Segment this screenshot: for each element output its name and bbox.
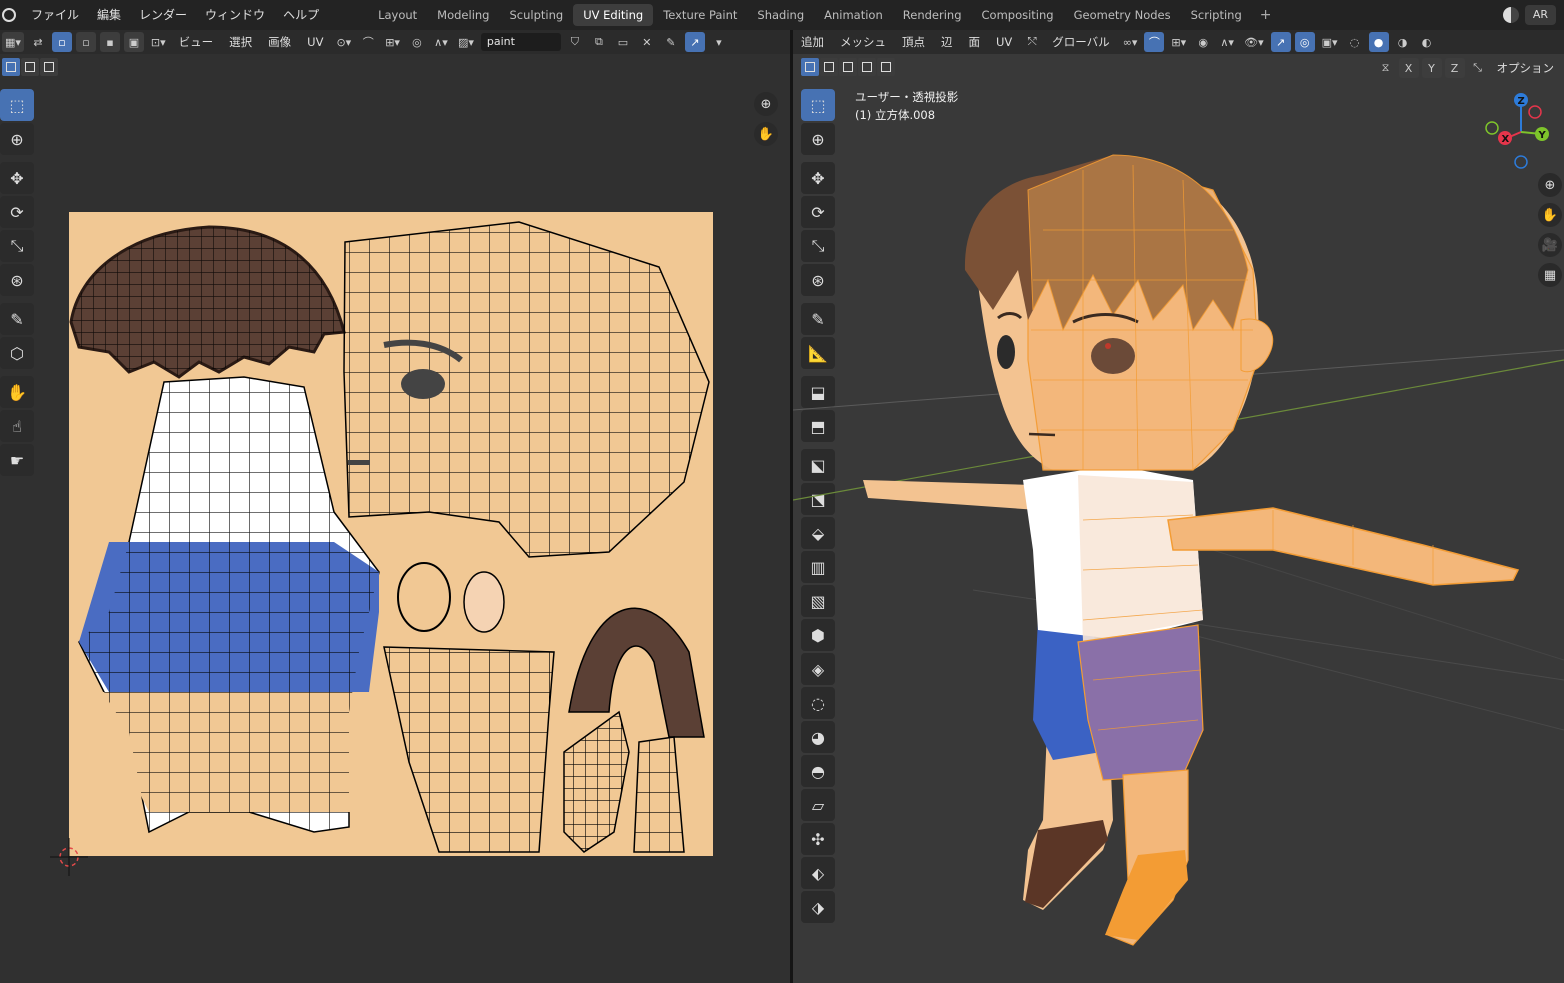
menu-image[interactable]: 画像 [262, 34, 297, 50]
workspace-tabs: Layout Modeling Sculpting UV Editing Tex… [368, 0, 1279, 30]
uv-select-mode-row [0, 56, 58, 78]
tab-animation[interactable]: Animation [814, 4, 893, 26]
relax-tool-icon[interactable]: ☝ [0, 410, 34, 442]
vertex-select-icon[interactable]: ▫ [51, 32, 72, 52]
3d-viewport[interactable]: 追加 メッシュ 頂点 辺 面 UV ⤲ グローバル ∞▾ ⌒ ⊞▾ ◉ ∧▾ 👁… [793, 30, 1564, 983]
scene-selector[interactable]: AR [1524, 5, 1556, 25]
uv-toolbar: ⬚ ⊕ ✥ ⟳ ⤡ ⊛ ✎ ⬡ ✋ ☝ ☛ [0, 88, 36, 477]
move-tool-icon[interactable]: ✥ [0, 162, 34, 194]
proportional-edit-icon[interactable]: ◎ [407, 32, 427, 52]
tab-uv-editing[interactable]: UV Editing [573, 4, 654, 26]
tab-rendering[interactable]: Rendering [893, 4, 972, 26]
grab-tool-icon[interactable]: ✋ [0, 376, 34, 408]
rip-tool-icon[interactable]: ⬡ [0, 337, 34, 369]
menu-uv[interactable]: UV [301, 35, 329, 49]
gizmo-toggle-icon[interactable]: ↗ [684, 32, 705, 52]
tab-scripting[interactable]: Scripting [1181, 4, 1252, 26]
open-image-icon[interactable]: ▭ [613, 32, 633, 52]
menu-view[interactable]: ビュー [173, 34, 220, 50]
pivot-icon[interactable]: ⊙▾ [333, 32, 354, 52]
annotate-tool-icon[interactable]: ✎ [0, 303, 34, 335]
fake-user-icon[interactable]: ⛉ [565, 32, 585, 52]
menu-window[interactable]: ウィンドウ [196, 4, 274, 26]
transform-tool-icon[interactable]: ⊛ [0, 264, 34, 296]
image-browse-icon[interactable]: ▨▾ [455, 32, 477, 52]
menu-edit[interactable]: 編集 [88, 4, 130, 26]
edge-select-icon[interactable]: ▫ [75, 32, 96, 52]
menu-help[interactable]: ヘルプ [274, 4, 328, 26]
scale-tool-icon[interactable]: ⤡ [0, 230, 34, 262]
image-name-field[interactable]: paint [480, 33, 561, 51]
cursor-tool-icon[interactable]: ⊕ [0, 123, 34, 155]
zoom-icon[interactable]: ⊕ [754, 92, 778, 116]
uv-islands-svg [69, 221, 710, 853]
select-box-extend-icon[interactable] [21, 58, 39, 76]
uv-island-hand [563, 710, 630, 853]
sticky-select-icon[interactable]: ⊡▾ [148, 32, 169, 52]
uv-texture-canvas[interactable] [69, 212, 713, 856]
top-bar: ファイル 編集 レンダー ウィンドウ ヘルプ Layout Modeling S… [0, 0, 1564, 30]
select-box-subtract-icon[interactable] [40, 58, 58, 76]
add-workspace-button[interactable]: + [1252, 7, 1280, 23]
menu-select[interactable]: 選択 [223, 34, 258, 50]
new-image-icon[interactable]: ⧉ [589, 32, 609, 52]
pan-hand-icon[interactable]: ✋ [754, 122, 778, 146]
theme-toggle-icon[interactable] [1502, 7, 1519, 23]
tab-compositing[interactable]: Compositing [972, 4, 1064, 26]
tab-shading[interactable]: Shading [747, 4, 814, 26]
viewport-scene [793, 154, 1564, 946]
uv-editor-header: ▦▾ ⇄ ▫ ▫ ▪ ▣ ⊡▾ ビュー 選択 画像 UV ⊙▾ ⌒ ⊞▾ ◎ ∧… [0, 30, 790, 54]
falloff-icon[interactable]: ∧▾ [431, 32, 451, 52]
character-arm-selected [1167, 507, 1520, 586]
tab-sculpting[interactable]: Sculpting [499, 4, 573, 26]
snap-icon[interactable]: ⌒ [358, 32, 378, 52]
menu-file[interactable]: ファイル [22, 4, 88, 26]
uv-island-arm [633, 736, 685, 853]
island-select-icon[interactable]: ▣ [123, 32, 144, 52]
uv-island-shoe [568, 607, 705, 738]
topbar-right: AR [1502, 5, 1556, 25]
menu-render[interactable]: レンダー [130, 4, 196, 26]
face-select-icon[interactable]: ▪ [99, 32, 120, 52]
uv-island-eye-left [397, 562, 451, 632]
tab-geometry-nodes[interactable]: Geometry Nodes [1064, 4, 1181, 26]
uv-island-eye-right [463, 571, 505, 633]
unlink-image-icon[interactable]: ✕ [637, 32, 657, 52]
select-box-tool-icon[interactable]: ⬚ [0, 89, 34, 121]
overlay-dropdown-icon[interactable]: ▾ [709, 32, 729, 52]
uv-2d-cursor-icon[interactable] [50, 838, 90, 878]
tab-modeling[interactable]: Modeling [427, 4, 499, 26]
uv-sync-icon[interactable]: ⇄ [28, 32, 48, 52]
tab-texture-paint[interactable]: Texture Paint [653, 4, 747, 26]
select-box-new-icon[interactable] [2, 58, 20, 76]
pinch-tool-icon[interactable]: ☛ [0, 444, 34, 476]
editor-type-icon[interactable]: ▦▾ [2, 32, 24, 52]
tab-layout[interactable]: Layout [368, 4, 427, 26]
uv-editor[interactable]: ▦▾ ⇄ ▫ ▫ ▪ ▣ ⊡▾ ビュー 選択 画像 UV ⊙▾ ⌒ ⊞▾ ◎ ∧… [0, 30, 790, 983]
blender-logo-icon[interactable] [2, 8, 16, 22]
pin-icon[interactable]: ✎ [661, 32, 681, 52]
rotate-tool-icon[interactable]: ⟳ [0, 196, 34, 228]
snap-target-icon[interactable]: ⊞▾ [382, 32, 403, 52]
uv-island-leg [383, 646, 555, 853]
